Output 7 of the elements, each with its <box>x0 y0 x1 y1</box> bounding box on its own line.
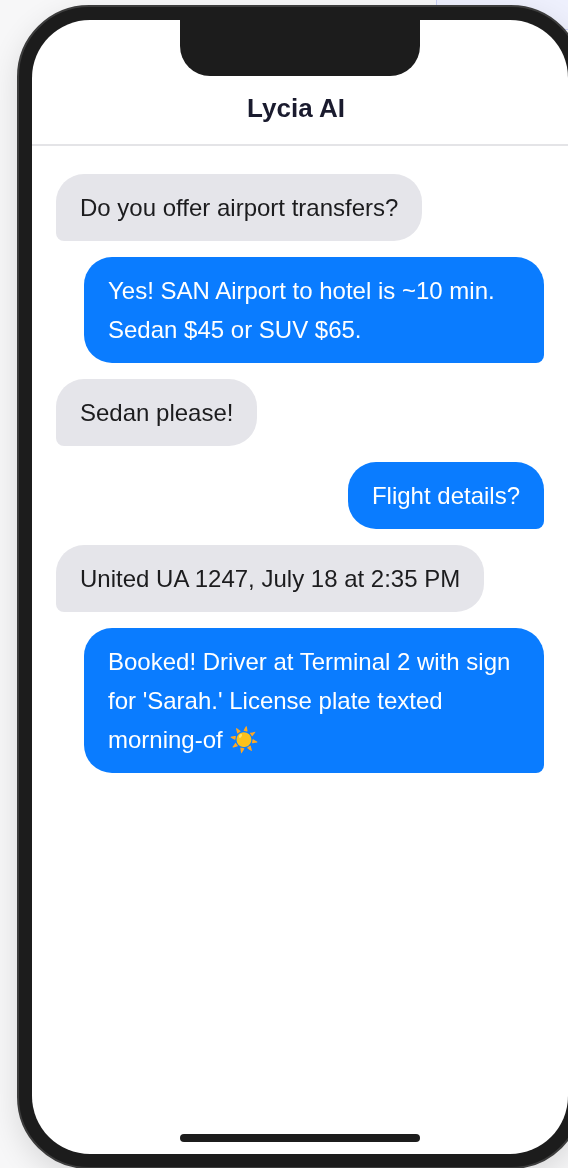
assistant-message: Yes! SAN Airport to hotel is ~10 min. Sedan $45 or SUV $65. <box>84 257 544 363</box>
user-message: Do you offer airport transfers? <box>56 174 423 241</box>
user-message: Sedan please! <box>56 379 258 446</box>
user-message: United UA 1247, July 18 at 2:35 PM <box>56 545 485 612</box>
chat-title: Lycia AI <box>247 93 345 124</box>
assistant-message: Booked! Driver at Terminal 2 with sign for 'Sarah.' License plate texted morning-of ☀ <box>84 628 544 773</box>
assistant-message: Flight details? <box>347 462 544 529</box>
